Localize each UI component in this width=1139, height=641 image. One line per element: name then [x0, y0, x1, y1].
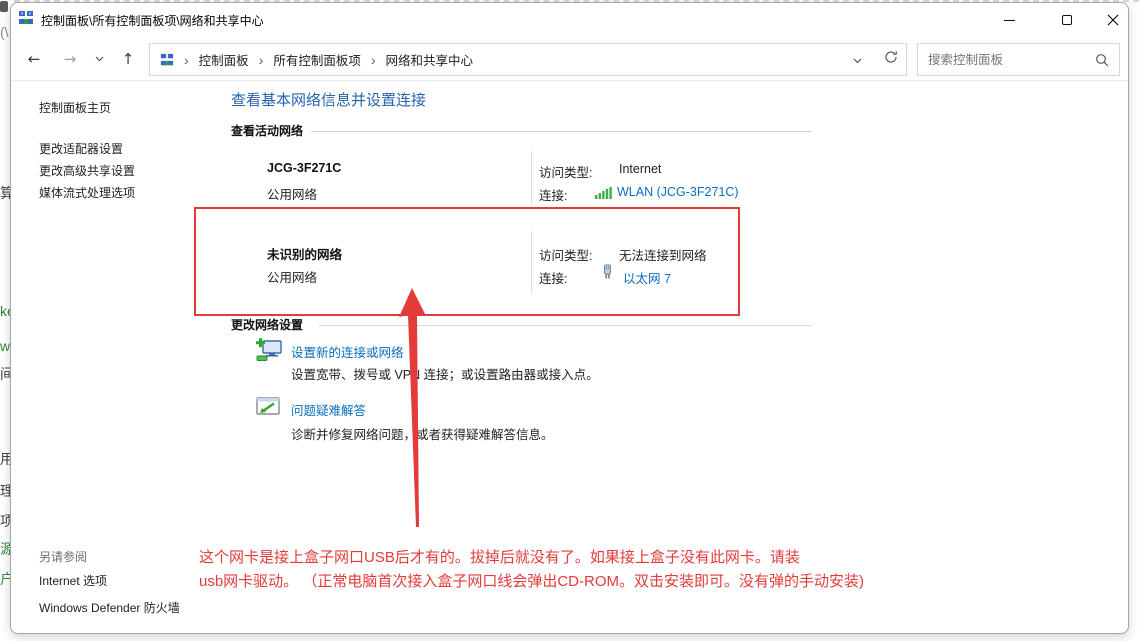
background-peek-text: (\ [0, 24, 9, 40]
refresh-icon [884, 50, 898, 64]
new-connection-icon [254, 336, 284, 362]
troubleshoot-icon [254, 396, 284, 420]
connection-link-ethernet[interactable]: 以太网 7 [623, 268, 671, 287]
background-peek-text: w [0, 338, 10, 354]
section-divider [319, 325, 811, 326]
connection-label: 连接: [539, 185, 567, 204]
sidebar-item-internet-options[interactable]: Internet 选项 [39, 572, 107, 589]
maximize-icon [1062, 15, 1072, 25]
page-title: 查看基本网络信息并设置连接 [231, 89, 426, 110]
background-app-icon [0, 1, 8, 12]
annotation-text-line1: 这个网卡是接上盒子网口USB后才有的。拔掉后就没有了。如果接上盒子没有此网卡。请… [199, 546, 800, 567]
column-divider [531, 151, 532, 205]
network-name: 未识别的网络 [267, 244, 342, 263]
breadcrumb-all-items[interactable]: 所有控制面板项 [269, 50, 365, 69]
address-dropdown-button[interactable] [853, 51, 862, 69]
breadcrumb-chevron-icon: › [365, 52, 382, 68]
breadcrumb-chevron-icon: › [178, 52, 195, 68]
see-also-header: 另请参阅 [39, 548, 87, 565]
history-dropdown-button[interactable] [89, 47, 109, 71]
search-icon [1095, 53, 1109, 67]
access-type-label: 访问类型: [539, 245, 592, 264]
connection-label: 连接: [539, 268, 567, 287]
access-type-value: Internet [619, 162, 661, 176]
search-input[interactable] [918, 44, 1095, 75]
maximize-button[interactable] [1050, 9, 1084, 31]
access-type-value: 无法连接到网络 [619, 245, 707, 264]
breadcrumb-control-panel[interactable]: 控制面板 [195, 50, 253, 69]
minimize-button[interactable] [992, 9, 1026, 31]
forward-button[interactable]: → [57, 47, 83, 71]
sidebar-item-advanced-sharing[interactable]: 更改高级共享设置 [39, 162, 135, 179]
refresh-button[interactable] [884, 50, 898, 69]
breadcrumb-network-sharing-center[interactable]: 网络和共享中心 [382, 50, 478, 69]
connection-link-wlan[interactable]: WLAN (JCG-3F271C) [617, 185, 739, 199]
task-link-setup-connection[interactable]: 设置新的连接或网络 [291, 342, 404, 361]
network-icon [150, 53, 178, 67]
search-box [917, 43, 1120, 76]
navigation-bar: ← → ↑ › 控制面板 [11, 37, 1128, 81]
close-icon [1107, 14, 1119, 26]
screenshot-stage: (\ 算 ke w 间 用 理 项 源 户 控制面板\所有控制面板项\网络和共享… [0, 0, 1139, 641]
close-button[interactable] [1096, 9, 1130, 31]
ethernet-icon [601, 264, 613, 280]
network-sharing-center-window: 控制面板\所有控制面板项\网络和共享中心 ← → ↑ [10, 2, 1129, 634]
active-networks-header: 查看活动网络 [231, 122, 303, 139]
task-link-troubleshoot[interactable]: 问题疑难解答 [291, 400, 366, 419]
network-profile: 公用网络 [267, 184, 317, 203]
annotation-text-line2: usb网卡驱动。 （正常电脑首次接入盒子网口线会弹出CD-ROM。双击安装即可。… [199, 570, 864, 591]
wifi-signal-icon [593, 185, 613, 199]
task-desc-setup-connection: 设置宽带、拨号或 VPN 连接；或设置路由器或接入点。 [291, 364, 599, 383]
back-button[interactable]: ← [21, 47, 47, 71]
breadcrumb-chevron-icon: › [253, 52, 270, 68]
column-divider [531, 231, 532, 293]
up-button[interactable]: ↑ [115, 47, 141, 71]
task-desc-troubleshoot: 诊断并修复网络问题，或者获得疑难解答信息。 [291, 424, 554, 443]
window-title: 控制面板\所有控制面板项\网络和共享中心 [41, 12, 264, 29]
address-bar[interactable]: › 控制面板 › 所有控制面板项 › 网络和共享中心 [149, 43, 907, 76]
section-divider [311, 131, 811, 132]
access-type-label: 访问类型: [539, 162, 592, 181]
network-icon [18, 10, 34, 26]
search-button[interactable] [1095, 53, 1119, 67]
minimize-icon [1004, 20, 1015, 21]
network-name: JCG-3F271C [267, 161, 341, 175]
chevron-down-icon [853, 58, 862, 64]
sidebar-item-home[interactable]: 控制面板主页 [39, 99, 111, 116]
network-profile: 公用网络 [267, 267, 317, 286]
sidebar-item-media-streaming[interactable]: 媒体流式处理选项 [39, 184, 135, 201]
sidebar-item-defender-firewall[interactable]: Windows Defender 防火墙 [39, 599, 180, 616]
sidebar-item-change-adapter[interactable]: 更改适配器设置 [39, 140, 123, 157]
chevron-down-icon [95, 56, 104, 62]
change-settings-header: 更改网络设置 [231, 316, 303, 333]
